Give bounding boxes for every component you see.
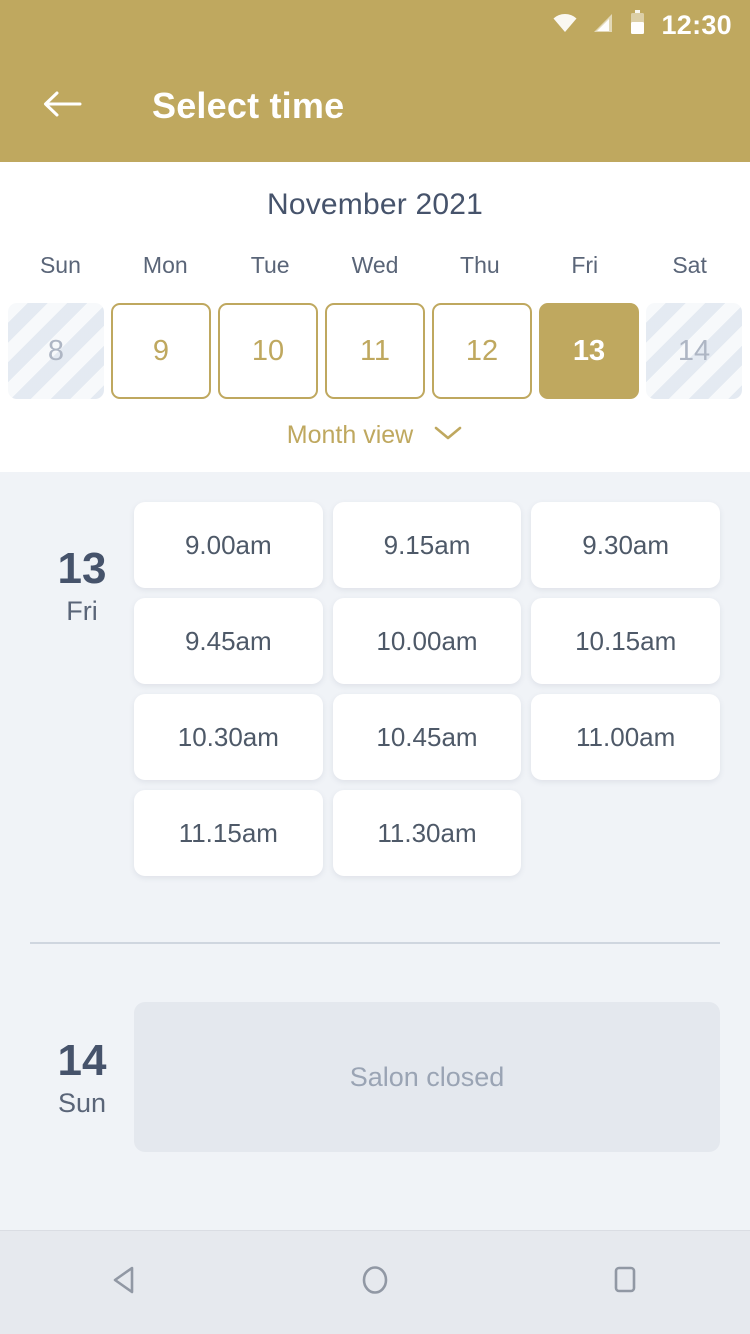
slot-grid: 9.00am 9.15am 9.30am 9.45am 10.00am 10.1… [134,502,720,876]
arrow-left-icon [42,89,82,124]
android-navigation-bar [0,1230,750,1334]
month-view-label: Month view [286,421,414,449]
date-cell-12[interactable]: 12 [432,303,532,399]
day-number: 13 [57,544,107,593]
time-slot[interactable]: 9.30am [531,502,720,588]
nav-back-button[interactable] [80,1238,170,1328]
date-cell-14: 14 [646,303,742,399]
day-label-14: 14 Sun [30,1002,134,1152]
weekday-label: Tue [250,252,290,278]
nav-recents-button[interactable] [580,1238,670,1328]
time-slots-area: 13 Fri 9.00am 9.15am 9.30am 9.45am 10.00… [0,472,750,1152]
weekday-header-row: Sun Mon Tue Wed Thu Fri Sat [0,252,750,279]
time-slot[interactable]: 11.15am [134,790,323,876]
day-of-week: Sun [57,1088,107,1119]
calendar-panel: November 2021 Sun Mon Tue Wed Thu Fri Sa… [0,162,750,472]
time-slot[interactable]: 9.15am [332,502,522,588]
day-block-13: 13 Fri 9.00am 9.15am 9.30am 9.45am 10.00… [0,502,750,876]
battery-icon [630,10,645,40]
wifi-icon [552,13,578,38]
day-block-14: 14 Sun Salon closed [0,1002,750,1152]
date-cell-9[interactable]: 9 [111,303,211,399]
time-slot[interactable]: 10.30am [134,694,323,780]
app-bar: Select time [0,50,750,162]
day-label-13: 13 Fri [30,502,134,876]
date-cell-11[interactable]: 11 [325,303,425,399]
month-view-toggle[interactable]: Month view [0,421,750,450]
salon-closed-panel: Salon closed [134,1002,720,1152]
time-slot[interactable]: 9.00am [134,502,323,588]
date-cell-13[interactable]: 13 [539,303,639,399]
calendar-month-label: November 2021 [266,188,484,221]
time-slot[interactable]: 9.45am [134,598,323,684]
date-cell-8: 8 [8,303,104,399]
weekday-label: Thu [460,252,500,278]
weekday-label: Wed [351,252,399,278]
signal-icon [592,12,616,39]
weekday-label: Sat [672,252,707,278]
day-number: 14 [57,1036,107,1085]
time-slot[interactable]: 11.30am [332,790,522,876]
time-slot[interactable]: 10.00am [332,598,522,684]
time-slot[interactable]: 10.45am [332,694,522,780]
date-row: 8 9 10 11 12 13 14 [0,303,750,399]
status-time: 12:30 [661,9,732,40]
nav-home-button[interactable] [330,1238,420,1328]
weekday-label: Mon [142,252,188,278]
page-title: Select time [152,85,345,126]
section-divider [30,942,720,944]
date-cell-10[interactable]: 10 [218,303,318,399]
chevron-down-icon [433,424,463,447]
time-slot[interactable]: 11.00am [531,694,720,780]
weekday-label: Sun [39,252,81,278]
nav-back-icon [105,1260,145,1305]
status-bar: 12:30 [0,0,750,50]
nav-home-icon [355,1260,395,1305]
day-of-week: Fri [66,596,98,627]
back-button[interactable] [34,78,90,134]
nav-recents-icon [605,1260,645,1305]
weekday-label: Fri [571,252,599,278]
time-slot[interactable]: 10.15am [531,598,720,684]
